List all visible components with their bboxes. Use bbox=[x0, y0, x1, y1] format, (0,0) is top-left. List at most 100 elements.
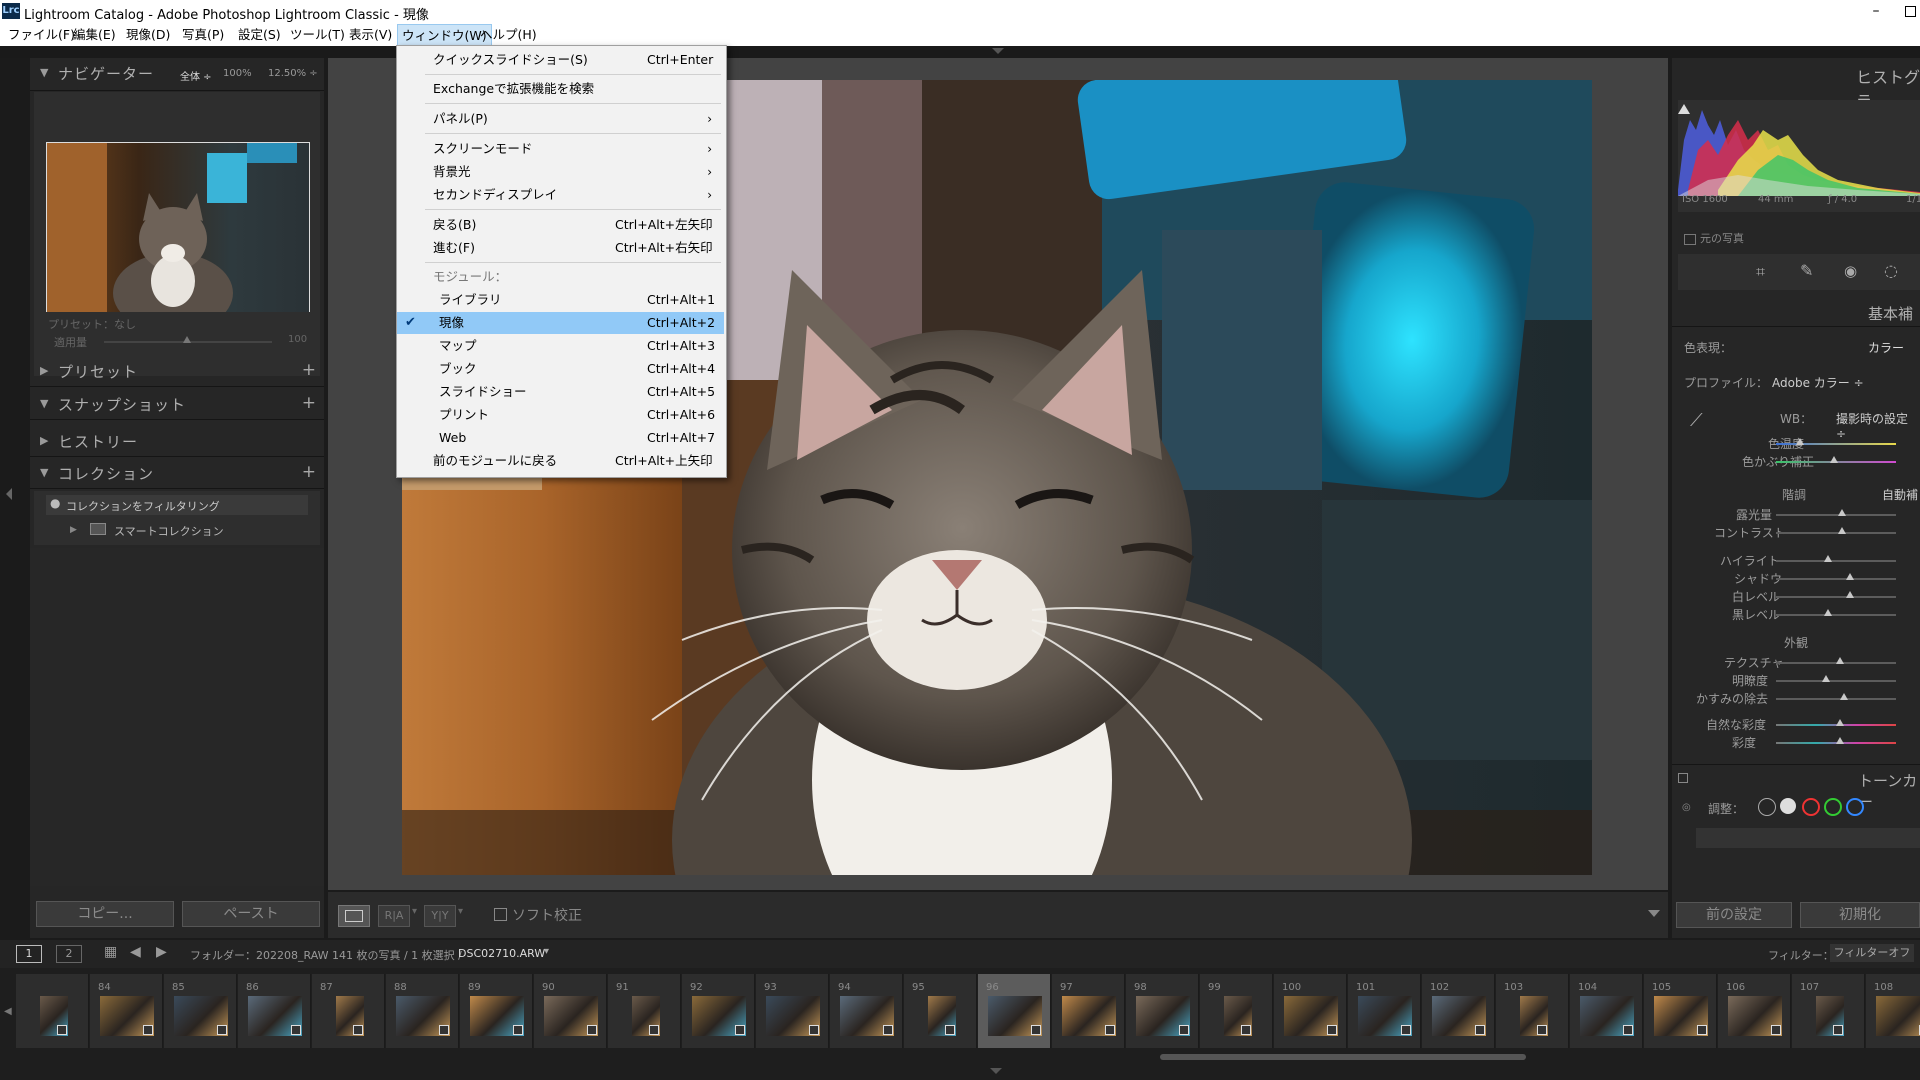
menu-settings[interactable]: 設定(S) bbox=[234, 24, 285, 46]
zoom-custom[interactable]: 12.50% ÷ bbox=[268, 68, 318, 79]
filename-dropdown-icon[interactable]: ▾ bbox=[544, 946, 549, 957]
collection-filter[interactable]: ● コレクションをフィルタリング bbox=[46, 495, 308, 515]
filename[interactable]: DSC02710.ARW bbox=[458, 947, 545, 960]
filmstrip-thumbnail[interactable]: 101 bbox=[1348, 974, 1421, 1048]
red-eye-icon[interactable]: ◉ bbox=[1844, 262, 1857, 280]
dehaze-slider[interactable] bbox=[1776, 698, 1896, 700]
histogram-header[interactable]: ヒストグラ bbox=[1672, 58, 1920, 111]
folder-path[interactable]: フォルダー：202208_RAW 141 枚の写真 / 1 枚選択 / bbox=[190, 947, 462, 963]
crop-icon[interactable]: ⌗ bbox=[1756, 262, 1765, 282]
menu-item-web[interactable]: Web Ctrl+Alt+7 bbox=[397, 427, 724, 449]
filmstrip-thumbnail[interactable]: 102 bbox=[1422, 974, 1495, 1048]
section-snapshots[interactable]: ▼ スナップショット + bbox=[30, 389, 324, 420]
loupe-view-button[interactable] bbox=[338, 905, 370, 927]
profile-select[interactable]: Adobe カラー ÷ bbox=[1772, 374, 1864, 391]
expand-triangle-icon[interactable]: ▶ bbox=[70, 525, 77, 535]
dehaze-slider-knob[interactable] bbox=[1840, 693, 1848, 700]
menu-item-library[interactable]: ライブラリ Ctrl+Alt+1 bbox=[397, 289, 724, 311]
copy-button[interactable]: コピー... bbox=[36, 901, 174, 927]
zoom-100[interactable]: 100% bbox=[223, 68, 252, 79]
exposure-slider[interactable] bbox=[1776, 514, 1896, 516]
navigator-header[interactable]: ▼ ナビゲーター 全体 ÷ 100% 12.50% ÷ bbox=[30, 58, 324, 91]
paste-button[interactable]: ペースト bbox=[182, 901, 320, 927]
menu-file[interactable]: ファイル(F) bbox=[4, 24, 79, 46]
tone-curve-header[interactable]: トーンカー bbox=[1672, 764, 1920, 811]
filmstrip-thumbnail[interactable]: 92 bbox=[682, 974, 755, 1048]
filmstrip-thumbnail[interactable]: 89 bbox=[460, 974, 533, 1048]
filmstrip-thumbnail[interactable]: 99 bbox=[1200, 974, 1273, 1048]
forward-arrow-icon[interactable]: ▶ bbox=[156, 944, 167, 960]
soft-proof-checkbox[interactable] bbox=[494, 908, 507, 921]
eyedropper-icon[interactable]: ⟋ bbox=[1690, 410, 1703, 431]
filmstrip-thumbnail[interactable]: 84 bbox=[90, 974, 163, 1048]
filmstrip-thumbnail[interactable]: 100 bbox=[1274, 974, 1347, 1048]
filmstrip-thumbnail[interactable]: 98 bbox=[1126, 974, 1199, 1048]
red-channel-icon[interactable] bbox=[1802, 798, 1820, 816]
filmstrip-thumbnail[interactable] bbox=[16, 974, 89, 1048]
filmstrip-thumbnail[interactable]: 93 bbox=[756, 974, 829, 1048]
main-window-button[interactable]: 1 bbox=[16, 945, 42, 963]
filmstrip-thumbnail[interactable]: 86 bbox=[238, 974, 311, 1048]
menu-help[interactable]: ヘルプ(H) bbox=[476, 24, 541, 46]
target-adjust-icon[interactable]: ◎ bbox=[1682, 802, 1691, 813]
temp-slider[interactable] bbox=[1776, 443, 1896, 445]
zoom-fit[interactable]: 全体 ÷ bbox=[180, 68, 212, 83]
basic-header[interactable]: 基本補 bbox=[1672, 298, 1920, 327]
dropdown-arrow-icon[interactable]: ▾ bbox=[458, 906, 463, 917]
texture-slider-knob[interactable] bbox=[1836, 657, 1844, 664]
blacks-slider[interactable] bbox=[1776, 614, 1896, 616]
menu-item-map[interactable]: マップ Ctrl+Alt+3 bbox=[397, 335, 724, 357]
menu-item-exchange[interactable]: Exchangeで拡張機能を検索 bbox=[397, 78, 724, 100]
before-after-tb-button[interactable]: Y|Y bbox=[424, 905, 456, 927]
filter-select[interactable]: フィルターオフ bbox=[1830, 944, 1914, 962]
filmstrip-thumbnail[interactable]: 103 bbox=[1496, 974, 1569, 1048]
menu-item-go-forward[interactable]: 進む(F) Ctrl+Alt+右矢印 bbox=[397, 237, 724, 259]
menu-view[interactable]: 表示(V) bbox=[345, 24, 396, 46]
menu-item-lights[interactable]: 背景光 › bbox=[397, 161, 724, 183]
toolbar-menu-arrow-icon[interactable] bbox=[1648, 910, 1660, 917]
filmstrip-thumbnail[interactable]: 107 bbox=[1792, 974, 1865, 1048]
temp-slider-knob[interactable] bbox=[1796, 438, 1804, 445]
grid-view-icon[interactable]: ▦ bbox=[104, 944, 117, 960]
highlights-slider-knob[interactable] bbox=[1824, 555, 1832, 562]
menu-edit[interactable]: 編集(E) bbox=[69, 24, 120, 46]
whites-slider[interactable] bbox=[1776, 596, 1896, 598]
filmstrip-thumbnail[interactable]: 94 bbox=[830, 974, 903, 1048]
navigator-thumbnail[interactable] bbox=[46, 142, 310, 320]
panel-toggle-checkbox[interactable] bbox=[1678, 773, 1688, 783]
tone-curve-graph[interactable] bbox=[1696, 828, 1920, 848]
menu-item-screen-mode[interactable]: スクリーンモード › bbox=[397, 138, 724, 160]
menu-item-print[interactable]: プリント Ctrl+Alt+6 bbox=[397, 404, 724, 426]
clarity-slider[interactable] bbox=[1776, 680, 1896, 682]
menu-item-secondary-display[interactable]: セカンドディスプレイ › bbox=[397, 184, 724, 206]
tint-slider-knob[interactable] bbox=[1830, 456, 1838, 463]
filmstrip-thumbnail[interactable]: 97 bbox=[1052, 974, 1125, 1048]
saturation-slider-knob[interactable] bbox=[1836, 737, 1844, 744]
original-photo-checkbox[interactable] bbox=[1684, 234, 1696, 245]
filmstrip-thumbnail[interactable]: 87 bbox=[312, 974, 385, 1048]
filmstrip-scrollbar[interactable] bbox=[1160, 1054, 1526, 1060]
add-collection-icon[interactable]: + bbox=[302, 462, 316, 482]
section-presets[interactable]: ▶ プリセット + bbox=[30, 356, 324, 387]
scroll-left-icon[interactable]: ◀ bbox=[4, 1006, 12, 1017]
menu-item-develop[interactable]: ✔ 現像 Ctrl+Alt+2 bbox=[397, 312, 724, 334]
filmstrip-thumbnail[interactable]: 90 bbox=[534, 974, 607, 1048]
green-channel-icon[interactable] bbox=[1824, 798, 1842, 816]
exposure-slider-knob[interactable] bbox=[1838, 509, 1846, 516]
heal-icon[interactable]: ✎ bbox=[1800, 261, 1813, 280]
menu-item-go-back[interactable]: 戻る(B) Ctrl+Alt+左矢印 bbox=[397, 214, 724, 236]
previous-settings-button[interactable]: 前の設定 bbox=[1676, 902, 1792, 928]
reset-button[interactable]: 初期化 bbox=[1800, 902, 1920, 928]
filmstrip-thumbnail[interactable]: 88 bbox=[386, 974, 459, 1048]
filmstrip-thumbnail[interactable]: 91 bbox=[608, 974, 681, 1048]
mask-icon[interactable]: ◌ bbox=[1884, 261, 1898, 280]
back-arrow-icon[interactable]: ◀ bbox=[130, 944, 141, 960]
contrast-slider[interactable] bbox=[1776, 532, 1896, 534]
top-panel-grip[interactable] bbox=[0, 46, 1920, 58]
blue-channel-icon[interactable] bbox=[1846, 798, 1864, 816]
histogram[interactable]: ISO 1600 44 mm ƒ / 4.0 1/1 bbox=[1678, 100, 1920, 212]
menu-develop[interactable]: 現像(D) bbox=[122, 24, 174, 46]
blacks-slider-knob[interactable] bbox=[1824, 609, 1832, 616]
auto-tone-button[interactable]: 自動補 bbox=[1882, 486, 1918, 503]
maximize-button[interactable] bbox=[1900, 0, 1920, 24]
